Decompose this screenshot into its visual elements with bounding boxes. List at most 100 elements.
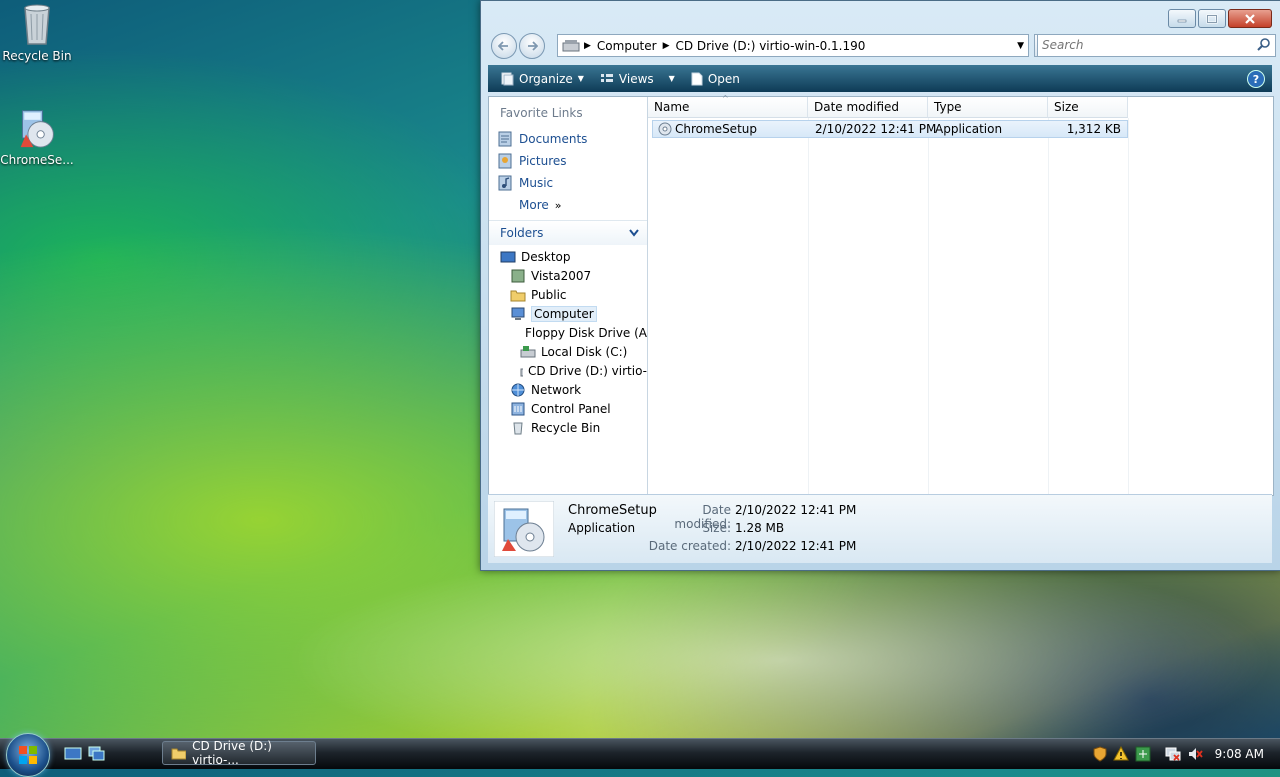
tree-item-cd-drive[interactable]: CD Drive (D:) virtio- (489, 361, 647, 380)
close-button[interactable] (1228, 9, 1272, 28)
close-icon (1245, 13, 1255, 24)
file-size: 1,312 KB (1066, 122, 1121, 136)
back-arrow-icon (498, 41, 508, 51)
desktop-icon-label: Recycle Bin (2, 49, 72, 63)
chevron-down-icon (629, 229, 639, 237)
favorite-link-documents[interactable]: Documents (489, 128, 647, 150)
file-date: 2/10/2022 12:41 PM (815, 122, 937, 136)
tree-item-label: Vista2007 (531, 268, 592, 283)
tree-item-label: Network (531, 382, 582, 397)
folders-header[interactable]: Folders (489, 220, 647, 245)
favorite-link-music[interactable]: Music (489, 172, 647, 194)
column-header-date-modified[interactable]: Date modified (808, 97, 928, 118)
column-header-label: Type (934, 100, 962, 114)
network-status-icon[interactable] (1165, 746, 1181, 762)
address-dropdown-icon[interactable]: ▼ (1017, 41, 1024, 51)
desktop-icon-recycle-bin[interactable]: Recycle Bin (0, 2, 74, 63)
views-icon (600, 73, 613, 82)
desktop-icon-chromesetup[interactable]: ChromeSe... (0, 106, 74, 167)
cd-drive-icon (520, 368, 523, 376)
tree-item-desktop[interactable]: Desktop (489, 247, 647, 266)
control-panel-icon (511, 402, 525, 415)
volume-muted-icon[interactable] (1187, 746, 1203, 762)
show-desktop-icon[interactable] (64, 746, 82, 762)
start-button[interactable] (6, 733, 50, 777)
tree-item-recycle-bin[interactable]: Recycle Bin (489, 418, 647, 437)
back-button[interactable] (491, 33, 517, 59)
column-header-label: Date modified (814, 100, 900, 114)
system-tray: 9:08 AM (1093, 739, 1280, 769)
documents-icon (498, 131, 512, 147)
tree-item-local-disk[interactable]: Local Disk (C:) (489, 342, 647, 361)
breadcrumb-separator-icon: ▶ (584, 40, 591, 51)
details-type: Application (568, 521, 636, 535)
folders-title: Folders (500, 226, 544, 240)
tree-item-vista2007[interactable]: Vista2007 (489, 266, 647, 285)
views-button[interactable]: Views ▼ (592, 65, 683, 92)
security-shield-icon[interactable] (1093, 746, 1107, 762)
column-header-label: Name (654, 100, 690, 114)
setup-cd-icon (494, 501, 554, 557)
favorite-link-label: More (519, 198, 549, 212)
desktop-icon-label: ChromeSe... (0, 153, 74, 167)
taskbar-button-explorer[interactable]: CD Drive (D:) virtio-... (162, 739, 316, 767)
minimize-button[interactable] (1168, 9, 1196, 28)
favorite-link-more[interactable]: More » (489, 194, 647, 216)
warning-icon[interactable] (1112, 746, 1129, 762)
setup-file-icon (658, 122, 672, 136)
column-divider (808, 118, 809, 495)
explorer-window: ▶ Computer ▶ CD Drive (D:) virtio-win-0.… (480, 0, 1280, 571)
computer-icon (511, 307, 525, 320)
desktop-folder-icon (500, 251, 516, 262)
search-icon[interactable] (1257, 38, 1271, 52)
tree-item-label: Floppy Disk Drive (A (525, 325, 648, 340)
organize-label: Organize (519, 71, 573, 86)
chevron-right-double-icon: » (554, 198, 562, 212)
tree-item-control-panel[interactable]: Control Panel (489, 399, 647, 418)
organize-icon (501, 72, 514, 85)
tree-item-label: Recycle Bin (531, 420, 601, 435)
maximize-button[interactable] (1198, 9, 1226, 28)
organize-dropdown-icon: ▼ (577, 74, 584, 83)
column-divider (928, 118, 929, 495)
address-row: ▶ Computer ▶ CD Drive (D:) virtio-win-0.… (489, 31, 1276, 59)
tree-item-label: Control Panel (531, 401, 611, 416)
explorer-body: Favorite Links Documents Pictures Music … (488, 94, 1274, 496)
column-header-name[interactable]: Name ^ (648, 94, 808, 118)
column-header-type[interactable]: Type (928, 97, 1048, 118)
tree-item-network[interactable]: Network (489, 380, 647, 399)
command-bar: Organize ▼ Views ▼ Open ? (488, 65, 1272, 92)
pictures-icon (498, 153, 512, 169)
tree-item-label: Local Disk (C:) (541, 344, 628, 359)
details-size: 1.28 MB (735, 521, 785, 535)
local-disk-icon (520, 345, 536, 357)
caption-buttons (1168, 9, 1272, 28)
music-icon (498, 175, 512, 191)
windows-logo-icon (19, 746, 37, 764)
cd-drive-icon (562, 39, 580, 51)
favorite-link-label: Pictures (519, 154, 567, 168)
address-bar[interactable]: ▶ Computer ▶ CD Drive (D:) virtio-win-0.… (557, 34, 1029, 57)
tree-item-public[interactable]: Public (489, 285, 647, 304)
details-date-modified: 2/10/2022 12:41 PM (735, 503, 857, 517)
switch-windows-icon[interactable] (88, 746, 106, 762)
search-input[interactable] (1038, 35, 1246, 54)
tree-item-computer[interactable]: Computer (489, 304, 647, 323)
windows-update-icon[interactable] (1135, 746, 1151, 762)
forward-button[interactable] (519, 33, 545, 59)
tree-item-floppy[interactable]: Floppy Disk Drive (A (489, 323, 647, 342)
recycle-bin-icon (24, 4, 50, 45)
organize-button[interactable]: Organize ▼ (492, 65, 592, 92)
breadcrumb-current[interactable]: CD Drive (D:) virtio-win-0.1.190 (676, 39, 866, 53)
breadcrumb-computer[interactable]: Computer (597, 39, 657, 53)
details-size-label: Size: (702, 521, 731, 535)
open-label: Open (707, 71, 740, 86)
help-button[interactable]: ? (1247, 70, 1265, 88)
file-row-chromesetup[interactable]: ChromeSetup 2/10/2022 12:41 PM Applicati… (652, 120, 1128, 138)
clock[interactable]: 9:08 AM (1215, 747, 1264, 761)
column-header-size[interactable]: Size (1048, 97, 1128, 118)
open-button[interactable]: Open (683, 65, 748, 92)
minimize-icon (1177, 19, 1187, 22)
favorite-link-pictures[interactable]: Pictures (489, 150, 647, 172)
network-icon (511, 383, 525, 396)
